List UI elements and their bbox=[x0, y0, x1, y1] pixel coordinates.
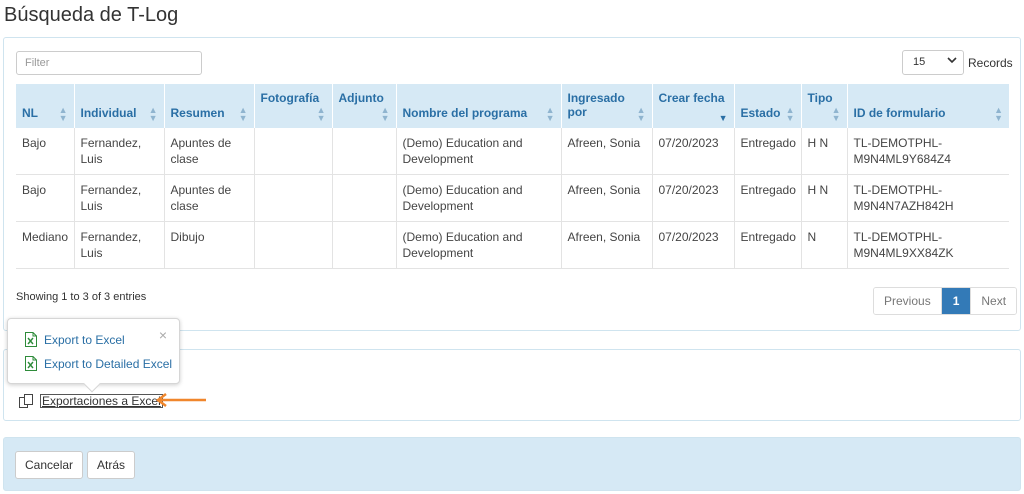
sort-icon: ▲ ▼ bbox=[238, 105, 248, 123]
arrow-left-icon bbox=[156, 393, 206, 407]
chevron-down-icon bbox=[947, 55, 957, 68]
copy-icon bbox=[19, 394, 33, 408]
cell-ingresado-por: Afreen, Sonia bbox=[561, 174, 653, 222]
cell-tipo: H N bbox=[801, 128, 848, 175]
cell-resumen: Dibujo bbox=[164, 221, 255, 269]
column-header-id-formulario[interactable]: ID de formulario ▲ ▼ bbox=[847, 84, 1009, 128]
cell-crear-fecha: 07/20/2023 bbox=[652, 221, 735, 269]
sort-icon: ▲ ▼ bbox=[316, 105, 326, 123]
cell-estado: Entregado bbox=[734, 128, 802, 175]
column-header-crear-fecha[interactable]: Crear fecha ▼ bbox=[652, 84, 735, 128]
export-to-excel-option[interactable]: Export to Excel bbox=[24, 332, 125, 347]
cell-nl: Bajo bbox=[16, 128, 75, 175]
close-icon[interactable]: × bbox=[159, 328, 167, 342]
sort-icon: ▲ ▼ bbox=[545, 105, 555, 123]
sort-icon: ▲ ▼ bbox=[636, 105, 646, 123]
results-panel: 15 Records NL▲▼ Individual▲▼ Resumen▲▼ F… bbox=[3, 37, 1021, 331]
cell-tipo: H N bbox=[801, 174, 848, 222]
table-row[interactable]: Bajo Fernandez, Luis Apuntes de clase (D… bbox=[16, 128, 1009, 175]
table-header-row: NL ▲ ▼ Individual ▲ ▼ Resumen ▲ ▼ Fotografía ▲ ▼… bbox=[16, 84, 1009, 128]
column-header-fotografia[interactable]: Fotografía ▲ ▼ bbox=[254, 84, 333, 128]
cell-adjunto bbox=[332, 174, 397, 222]
cell-id-formulario: TL-DEMOTPHL-M9N4N7AZH842H bbox=[847, 174, 1009, 222]
cell-crear-fecha: 07/20/2023 bbox=[652, 174, 735, 222]
export-to-excel-label: Export to Excel bbox=[44, 332, 125, 347]
sort-icon: ▲ ▼ bbox=[58, 105, 68, 123]
cell-tipo: N bbox=[801, 221, 848, 269]
cell-id-formulario: TL-DEMOTPHL-M9N4ML9Y684Z4 bbox=[847, 128, 1009, 175]
cell-estado: Entregado bbox=[734, 221, 802, 269]
cell-resumen: Apuntes de clase bbox=[164, 128, 255, 175]
column-header-individual[interactable]: Individual ▲ ▼ bbox=[74, 84, 165, 128]
table-row[interactable]: Mediano Fernandez, Luis Dibujo (Demo) Ed… bbox=[16, 221, 1009, 269]
export-popover: × Export to Excel Export to Detailed Exc… bbox=[7, 318, 180, 393]
tlog-table: NL ▲ ▼ Individual ▲ ▼ Resumen ▲ ▼ Fotografía ▲ ▼… bbox=[16, 84, 1009, 269]
cancel-button[interactable]: Cancelar bbox=[15, 451, 84, 479]
export-to-excel-link[interactable]: Exportaciones a Excel bbox=[40, 394, 163, 408]
cell-fotografia bbox=[254, 221, 333, 269]
table-row[interactable]: Bajo Fernandez, Luis Apuntes de clase (D… bbox=[16, 174, 1009, 222]
cell-individual: Fernandez, Luis bbox=[74, 174, 165, 222]
column-header-ingresado-por[interactable]: Ingresado por ▲ ▼ bbox=[561, 84, 653, 128]
cell-nl: Mediano bbox=[16, 221, 75, 269]
column-header-nl[interactable]: NL ▲ ▼ bbox=[16, 84, 75, 128]
pagination-page-1[interactable]: 1 bbox=[941, 288, 972, 314]
column-header-resumen[interactable]: Resumen ▲ ▼ bbox=[164, 84, 255, 128]
export-link-wrap: Exportaciones a Excel bbox=[18, 393, 163, 409]
column-header-tipo[interactable]: Tipo ▲ ▼ bbox=[801, 84, 848, 128]
column-header-estado[interactable]: Estado ▲ ▼ bbox=[734, 84, 802, 128]
cell-adjunto bbox=[332, 221, 397, 269]
pagination-previous[interactable]: Previous bbox=[874, 288, 942, 314]
excel-file-icon bbox=[25, 356, 37, 371]
pagination-next[interactable]: Next bbox=[971, 288, 1017, 314]
sort-icon: ▲ ▼ bbox=[148, 105, 158, 123]
pagination: Previous 1 Next bbox=[873, 287, 1018, 315]
cell-fotografia bbox=[254, 174, 333, 222]
cell-fotografia bbox=[254, 128, 333, 175]
sort-desc-icon: ▼ bbox=[718, 113, 728, 123]
cell-id-formulario: TL-DEMOTPHL-M9N4ML9XX84ZK bbox=[847, 221, 1009, 269]
cell-individual: Fernandez, Luis bbox=[74, 221, 165, 269]
records-per-page-value: 15 bbox=[913, 56, 926, 68]
cell-adjunto bbox=[332, 128, 397, 175]
sort-icon: ▲ ▼ bbox=[994, 105, 1003, 123]
sort-icon: ▲ ▼ bbox=[831, 105, 841, 123]
records-label: Records bbox=[968, 56, 1013, 70]
column-header-adjunto[interactable]: Adjunto ▲ ▼ bbox=[332, 84, 397, 128]
cell-crear-fecha: 07/20/2023 bbox=[652, 128, 735, 175]
cell-ingresado-por: Afreen, Sonia bbox=[561, 221, 653, 269]
sort-icon: ▲ ▼ bbox=[380, 105, 390, 123]
records-per-page-select[interactable]: 15 bbox=[902, 50, 964, 75]
cell-estado: Entregado bbox=[734, 174, 802, 222]
cell-nombre-programa: (Demo) Education and Development bbox=[396, 221, 562, 269]
back-button[interactable]: Atrás bbox=[87, 451, 136, 479]
export-to-detailed-excel-option[interactable]: Export to Detailed Excel bbox=[24, 356, 172, 371]
cell-nombre-programa: (Demo) Education and Development bbox=[396, 174, 562, 222]
column-header-nombre-programa[interactable]: Nombre del programa ▲ ▼ bbox=[396, 84, 562, 128]
cell-nl: Bajo bbox=[16, 174, 75, 222]
excel-file-icon bbox=[25, 332, 37, 347]
export-to-detailed-excel-label: Export to Detailed Excel bbox=[44, 356, 173, 371]
sort-icon: ▲ ▼ bbox=[785, 105, 795, 123]
cell-resumen: Apuntes de clase bbox=[164, 174, 255, 222]
cell-ingresado-por: Afreen, Sonia bbox=[561, 128, 653, 175]
page-title: Búsqueda de T-Log bbox=[4, 4, 179, 26]
entries-info: Showing 1 to 3 of 3 entries bbox=[16, 291, 147, 303]
cell-nombre-programa: (Demo) Education and Development bbox=[396, 128, 562, 175]
actions-panel: Cancelar Atrás bbox=[3, 437, 1021, 491]
cell-individual: Fernandez, Luis bbox=[74, 128, 165, 175]
filter-input[interactable] bbox=[16, 51, 202, 75]
